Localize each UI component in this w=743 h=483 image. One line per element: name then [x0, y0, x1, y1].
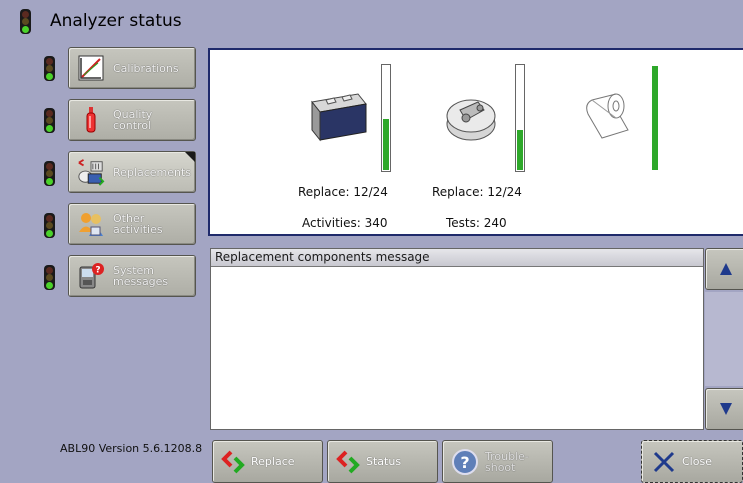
status-label: Status	[366, 455, 402, 468]
replace-button[interactable]: Replace	[212, 440, 323, 483]
calibrations-label: Calibrations	[113, 61, 179, 75]
system-messages-button[interactable]: ? System messages	[68, 255, 196, 297]
system-messages-status-light-icon	[44, 265, 55, 290]
quality-control-button[interactable]: Quality control	[68, 99, 196, 141]
traffic-light-icon	[20, 9, 31, 34]
device-alert-icon: ?	[77, 262, 105, 290]
quality-control-label: Quality control	[113, 108, 153, 132]
cassette-level-bar	[381, 64, 391, 172]
cassette-activities-text: Activities: 340	[302, 216, 388, 230]
cassette-replace-text: Replace: 12/24	[298, 185, 388, 199]
replacement-parts-icon	[77, 158, 105, 186]
paper-roll-level-bar	[650, 64, 660, 172]
other-activities-button[interactable]: Other activities	[68, 203, 196, 245]
scroll-down-button[interactable]	[705, 388, 743, 430]
close-label: Close	[682, 455, 712, 468]
help-icon: ?	[452, 448, 478, 475]
calibrations-status-light-icon	[44, 56, 55, 81]
solution-pack-level-bar	[515, 64, 525, 172]
page-title: Analyzer status	[50, 11, 182, 31]
message-header: Replacement components message	[211, 249, 703, 267]
replacements-label: Replacements	[113, 165, 192, 179]
status-button[interactable]: Status	[327, 440, 438, 483]
other-activities-label: Other activities	[113, 212, 163, 236]
scroll-up-button[interactable]	[705, 248, 743, 290]
version-label: ABL90 Version 5.6.1208.8	[60, 442, 203, 455]
message-panel: Replacement components message	[210, 248, 704, 430]
other-activities-status-light-icon	[44, 213, 55, 238]
troubleshoot-label: Trouble- shoot	[485, 449, 529, 474]
svg-text:?: ?	[460, 453, 469, 472]
people-icon	[77, 210, 105, 238]
replace-label: Replace	[251, 455, 295, 468]
replacements-status-light-icon	[44, 161, 55, 186]
components-status-panel: Replace: 12/24 Activities: 340 Replace: …	[208, 48, 743, 236]
cassette-icon	[306, 90, 368, 145]
status-arrows-icon	[336, 450, 360, 473]
calibration-chart-icon	[77, 54, 105, 82]
paper-roll-icon	[578, 90, 636, 145]
arrow-up-icon	[720, 263, 732, 275]
scroll-track[interactable]	[705, 292, 743, 386]
quality-control-status-light-icon	[44, 108, 55, 133]
close-button[interactable]: Close	[641, 440, 743, 483]
close-icon	[653, 451, 675, 472]
arrow-down-icon	[720, 403, 732, 415]
replace-arrows-icon	[221, 450, 245, 473]
svg-text:?: ?	[95, 266, 100, 276]
title-bar: Analyzer status	[0, 0, 743, 40]
replacements-button[interactable]: Replacements	[68, 151, 196, 193]
system-messages-label: System messages	[113, 264, 169, 288]
calibrations-button[interactable]: Calibrations	[68, 47, 196, 89]
ampoule-icon	[77, 106, 105, 134]
solution-pack-icon	[444, 88, 500, 147]
troubleshoot-button[interactable]: ? Trouble- shoot	[442, 440, 553, 483]
solution-pack-tests-text: Tests: 240	[446, 216, 507, 230]
solution-pack-replace-text: Replace: 12/24	[432, 185, 522, 199]
